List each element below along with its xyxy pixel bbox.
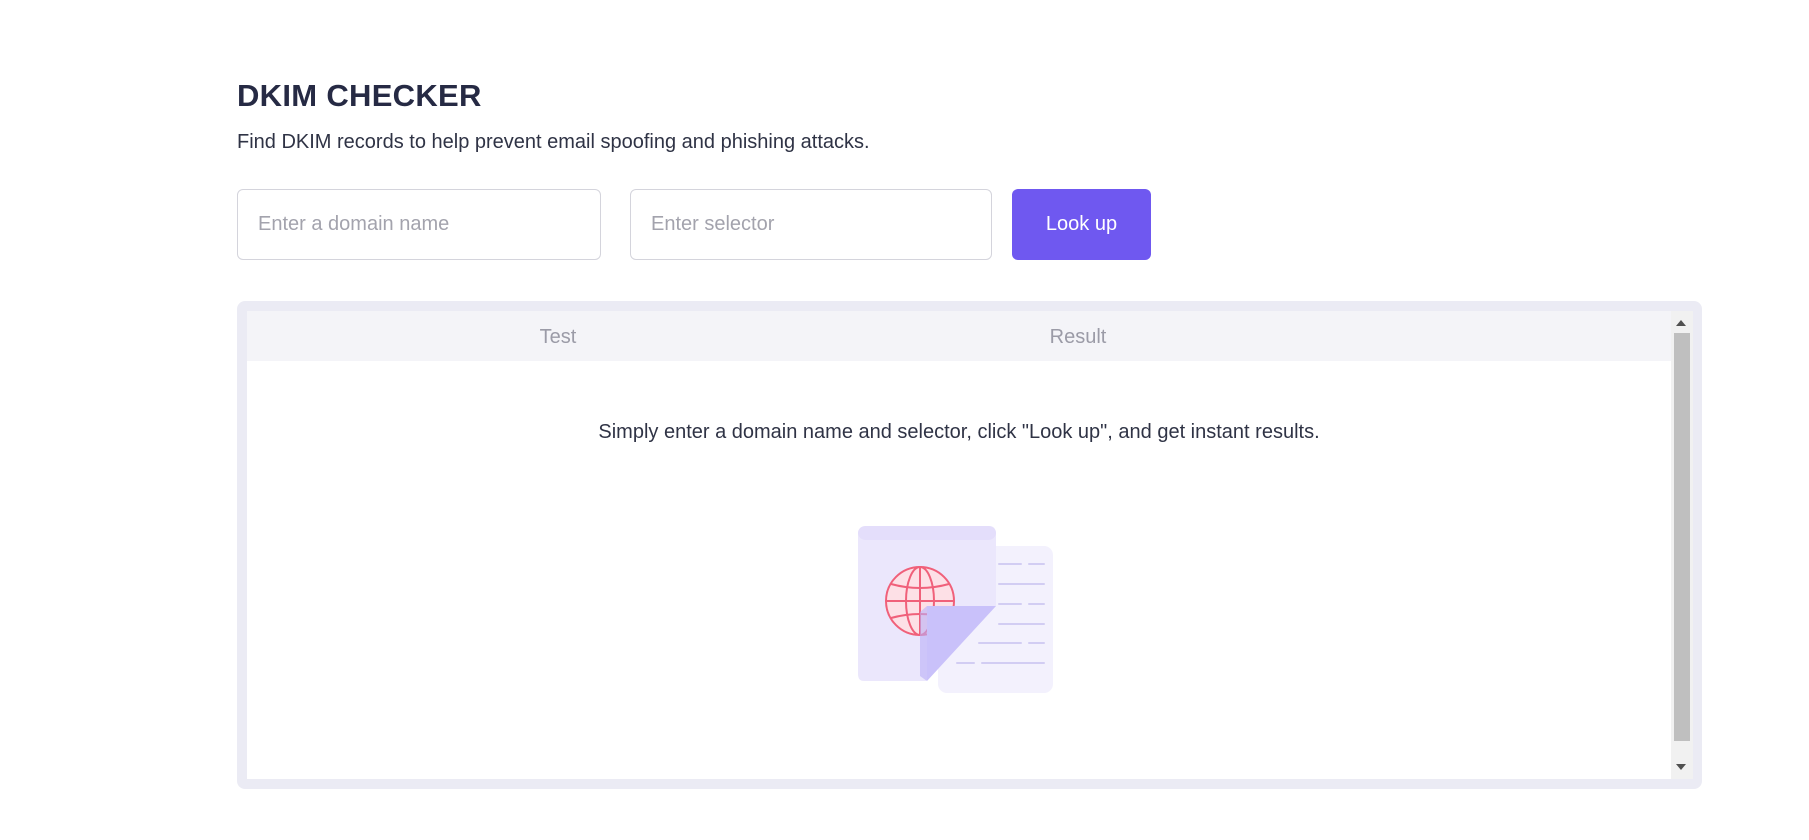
results-panel: Test Result Simply enter a domain name a…: [237, 301, 1702, 789]
look-up-button[interactable]: Look up: [1012, 189, 1151, 260]
scroll-down-icon[interactable]: [1676, 764, 1686, 770]
document-globe-icon: [858, 526, 1053, 693]
scroll-thumb[interactable]: [1674, 333, 1690, 741]
dkim-checker-page: DKIM CHECKER Find DKIM records to help p…: [0, 0, 1809, 840]
page-subtitle: Find DKIM records to help prevent email …: [237, 131, 870, 153]
results-scrollbar[interactable]: [1671, 311, 1693, 779]
column-header-result: Result: [1049, 326, 1107, 348]
empty-state-message: Simply enter a domain name and selector,…: [598, 421, 1320, 443]
column-header-test: Test: [539, 326, 577, 348]
domain-input[interactable]: [237, 189, 601, 260]
table-header: Test Result: [247, 311, 1671, 361]
selector-input[interactable]: [630, 189, 992, 260]
scroll-up-icon[interactable]: [1676, 320, 1686, 326]
results-table: Test Result Simply enter a domain name a…: [247, 311, 1671, 779]
page-title: DKIM CHECKER: [237, 78, 482, 113]
